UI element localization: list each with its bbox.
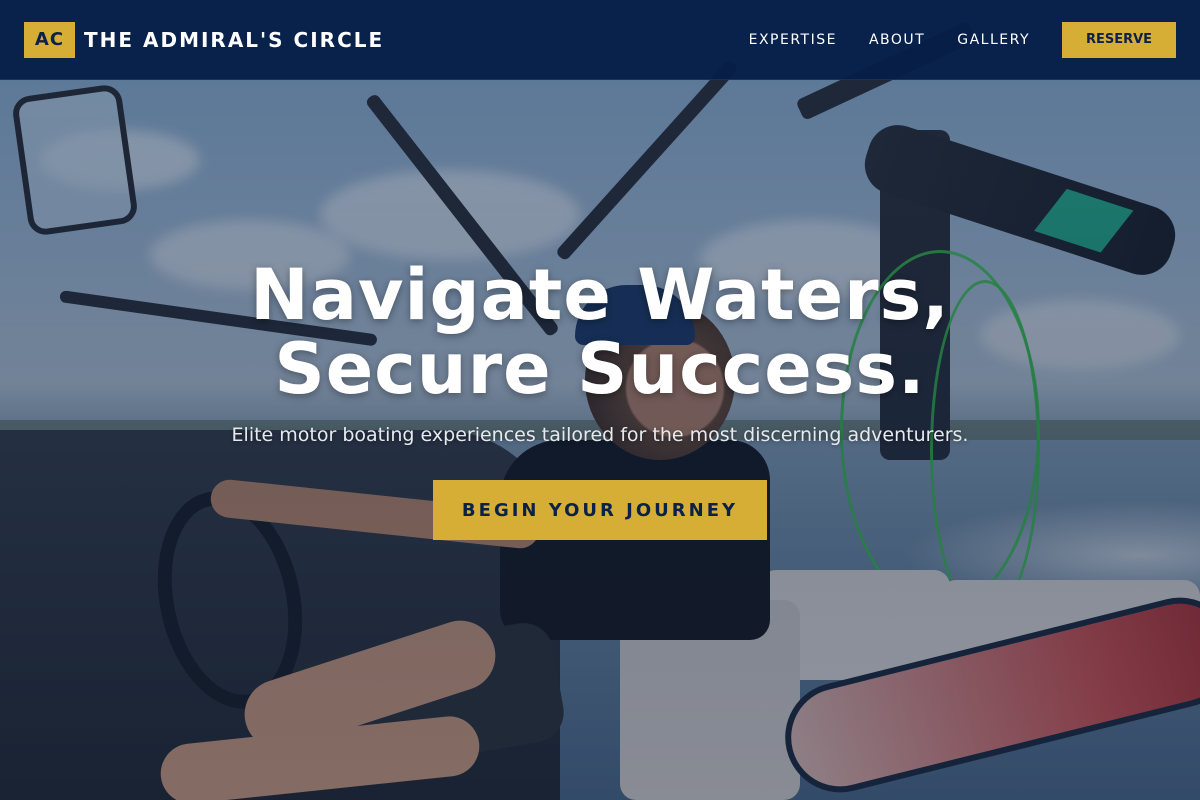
nav-link-gallery[interactable]: GALLERY: [957, 32, 1030, 48]
hero-headline-line2: Secure Success.: [274, 328, 926, 410]
top-navbar: AC THE ADMIRAL'S CIRCLE EXPERTISE ABOUT …: [0, 0, 1200, 80]
brand[interactable]: AC THE ADMIRAL'S CIRCLE: [24, 21, 384, 58]
hero-headline-line1: Navigate Waters,: [250, 254, 950, 336]
begin-journey-button[interactable]: BEGIN YOUR JOURNEY: [433, 480, 767, 540]
main-nav: EXPERTISE ABOUT GALLERY RESERVE: [749, 21, 1176, 58]
reserve-button[interactable]: RESERVE: [1062, 21, 1176, 58]
nav-link-about[interactable]: ABOUT: [869, 32, 925, 48]
hero-subtitle: Elite motor boating experiences tailored…: [231, 424, 969, 446]
hero-section: Navigate Waters, Secure Success. Elite m…: [0, 258, 1200, 540]
hero-headline: Navigate Waters, Secure Success.: [0, 258, 1200, 406]
nav-link-expertise[interactable]: EXPERTISE: [749, 32, 837, 48]
brand-logo[interactable]: AC: [24, 21, 75, 58]
brand-name[interactable]: THE ADMIRAL'S CIRCLE: [84, 28, 384, 52]
